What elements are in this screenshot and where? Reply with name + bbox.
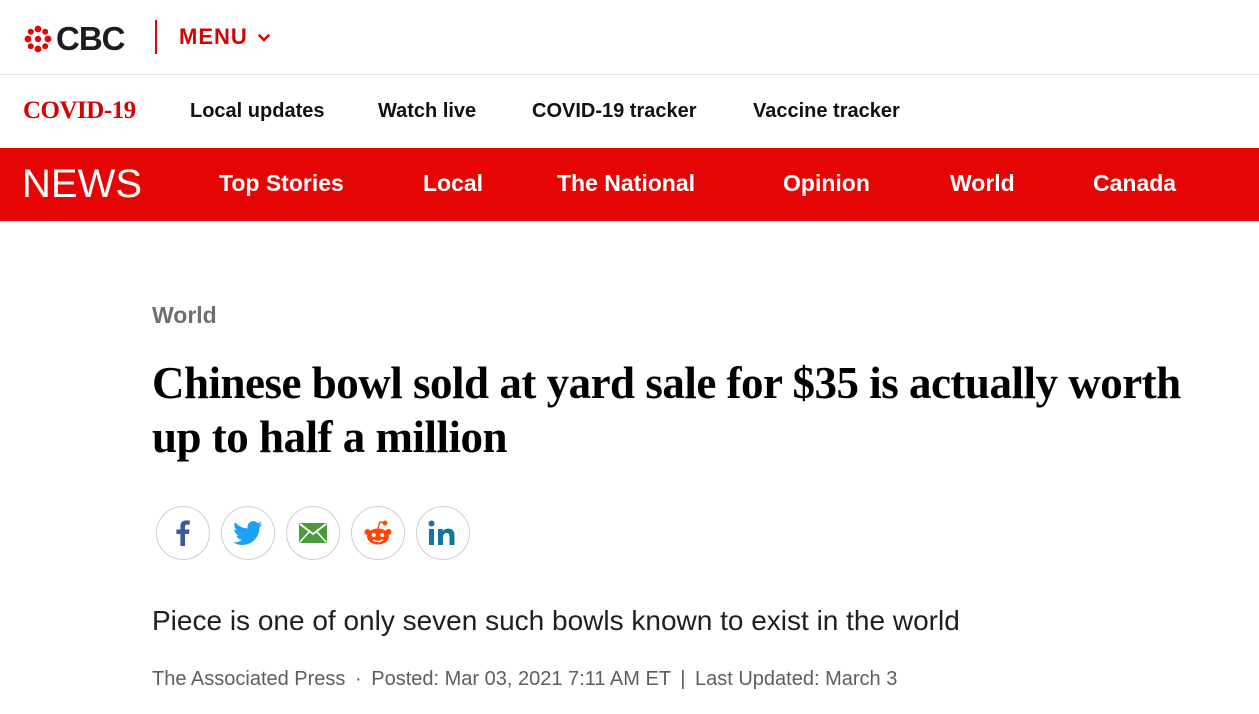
email-icon bbox=[299, 523, 327, 543]
author-name: The Associated Press bbox=[152, 668, 346, 690]
covid-link-tracker[interactable]: COVID-19 tracker bbox=[532, 100, 697, 123]
covid-link-local-updates[interactable]: Local updates bbox=[190, 100, 324, 123]
linkedin-icon bbox=[428, 520, 455, 545]
news-link-opinion[interactable]: Opinion bbox=[783, 170, 870, 197]
updated-date: Last Updated: March 3 bbox=[695, 668, 898, 690]
twitter-icon bbox=[233, 520, 263, 545]
facebook-icon bbox=[176, 520, 190, 546]
share-email-button[interactable] bbox=[286, 506, 340, 560]
news-link-top-stories[interactable]: Top Stories bbox=[219, 170, 344, 197]
share-reddit-button[interactable] bbox=[351, 506, 405, 560]
menu-button[interactable]: MENU bbox=[179, 24, 270, 50]
article-headline: Chinese bowl sold at yard sale for $35 i… bbox=[152, 358, 1181, 462]
posted-date: Posted: Mar 03, 2021 7:11 AM ET bbox=[371, 668, 671, 690]
covid-title[interactable]: COVID-19 bbox=[23, 97, 136, 125]
logo-text: CBC bbox=[56, 20, 125, 57]
news-link-world[interactable]: World bbox=[950, 170, 1015, 197]
news-title[interactable]: NEWS bbox=[22, 162, 142, 207]
chevron-down-icon bbox=[257, 34, 270, 42]
byline-dot: · bbox=[355, 668, 362, 690]
covid-link-vaccine-tracker[interactable]: Vaccine tracker bbox=[753, 100, 900, 123]
top-header: CBC MENU bbox=[0, 0, 1259, 75]
covid-link-watch-live[interactable]: Watch live bbox=[378, 100, 476, 123]
header-divider bbox=[155, 20, 157, 54]
news-link-canada[interactable]: Canada bbox=[1093, 170, 1176, 197]
covid-nav-bar: COVID-19 Local updates Watch live COVID-… bbox=[0, 75, 1259, 148]
byline: The Associated Press · Posted: Mar 03, 2… bbox=[152, 668, 897, 691]
cbc-gem-icon bbox=[24, 25, 52, 53]
section-label[interactable]: World bbox=[152, 302, 217, 329]
share-linkedin-button[interactable] bbox=[416, 506, 470, 560]
news-link-the-national[interactable]: The National bbox=[557, 170, 695, 197]
article-dek: Piece is one of only seven such bowls kn… bbox=[152, 605, 960, 636]
byline-pipe: | bbox=[680, 668, 686, 690]
share-twitter-button[interactable] bbox=[221, 506, 275, 560]
news-nav-bar: NEWS Top Stories Local The National Opin… bbox=[0, 148, 1259, 221]
news-link-local[interactable]: Local bbox=[423, 170, 483, 197]
cbc-logo[interactable]: CBC bbox=[24, 21, 125, 57]
reddit-icon bbox=[364, 520, 392, 545]
share-buttons bbox=[156, 506, 481, 560]
share-facebook-button[interactable] bbox=[156, 506, 210, 560]
menu-label: MENU bbox=[179, 24, 248, 49]
